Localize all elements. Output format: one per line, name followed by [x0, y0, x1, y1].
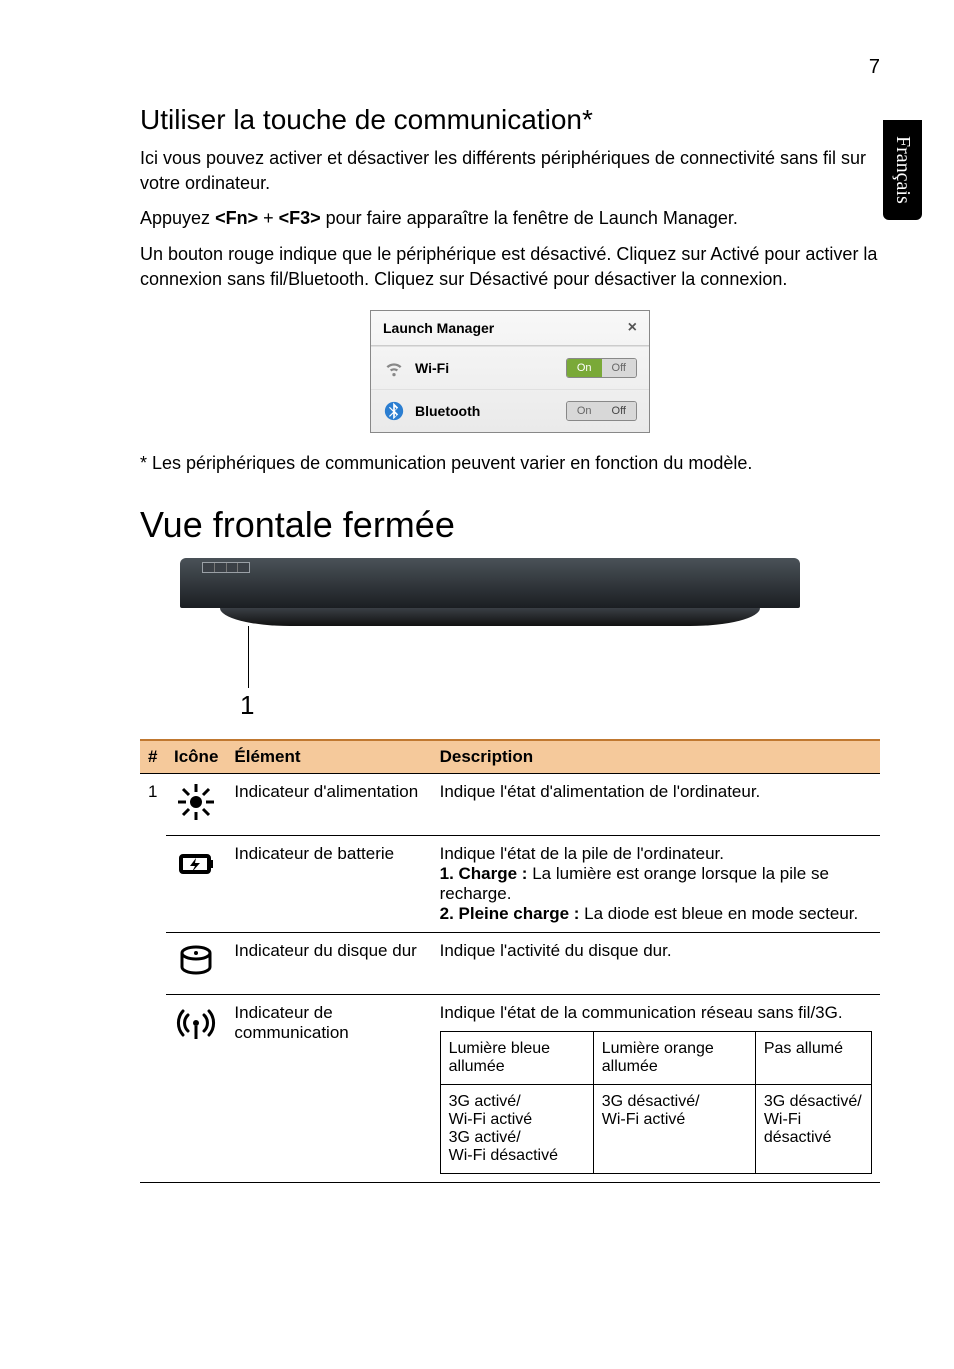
- th-element: Élément: [226, 740, 431, 774]
- row-element: Indicateur d'alimentation: [226, 774, 431, 836]
- spec-table: # Icône Élément Description 1 Indicateur…: [140, 739, 880, 1183]
- bat-l3b: La diode est bleue en mode secteur.: [584, 904, 858, 923]
- launch-header: Launch Manager ×: [371, 311, 649, 346]
- bat-l2a: 1. Charge :: [440, 864, 533, 883]
- comm-inner-table: Lumière bleue allumée Lumière orange all…: [440, 1031, 872, 1174]
- bluetooth-label: Bluetooth: [415, 403, 556, 419]
- led-strip: [202, 562, 250, 573]
- table-row: Indicateur de batterie Indique l'état de…: [140, 836, 880, 933]
- inner-c3: 3G désactivé/ Wi-Fi désactivé: [755, 1085, 871, 1174]
- row-element: Indicateur du disque dur: [226, 933, 431, 995]
- launch-row-bluetooth: Bluetooth On Off: [371, 389, 649, 432]
- inner-c1: 3G activé/ Wi-Fi activé 3G activé/ Wi-Fi…: [440, 1085, 593, 1174]
- device-front-image: 1: [180, 558, 800, 721]
- key-f3: <F3>: [279, 208, 321, 228]
- row-element: Indicateur de batterie: [226, 836, 431, 933]
- row-num: 1: [140, 774, 166, 1183]
- page-number: 7: [869, 56, 880, 79]
- th-description: Description: [432, 740, 880, 774]
- wifi-off: Off: [602, 359, 636, 377]
- section1-title: Utiliser la touche de communication*: [140, 104, 880, 136]
- section1-p1: Ici vous pouvez activer et désactiver le…: [140, 146, 880, 196]
- inner-h3: Pas allumé: [755, 1032, 871, 1085]
- wifi-label: Wi-Fi: [415, 360, 556, 376]
- table-row: Indicateur du disque dur Indique l'activ…: [140, 933, 880, 995]
- row-description: Indique l'état d'alimentation de l'ordin…: [432, 774, 880, 836]
- wifi-icon: [383, 357, 405, 379]
- page-content: Utiliser la touche de communication* Ici…: [0, 0, 954, 1223]
- callout-1: 1: [240, 690, 800, 721]
- wifi-on: On: [567, 359, 602, 377]
- bluetooth-off: Off: [602, 402, 636, 420]
- section1-p3: Un bouton rouge indique que le périphéri…: [140, 242, 880, 292]
- bat-l3a: 2. Pleine charge :: [440, 904, 585, 923]
- launch-title: Launch Manager: [383, 320, 494, 336]
- power-icon: [166, 774, 226, 836]
- table-row: Indicateur de communication Indique l'ét…: [140, 995, 880, 1183]
- th-num: #: [140, 740, 166, 774]
- section1-note: * Les périphériques de communication peu…: [140, 451, 880, 476]
- row-element: Indicateur de communication: [226, 995, 431, 1183]
- battery-icon: [166, 836, 226, 933]
- row-description: Indique l'état de la pile de l'ordinateu…: [432, 836, 880, 933]
- th-icon: Icône: [166, 740, 226, 774]
- p2-post: pour faire apparaître la fenêtre de Laun…: [321, 208, 738, 228]
- inner-h1: Lumière bleue allumée: [440, 1032, 593, 1085]
- inner-h2: Lumière orange allumée: [593, 1032, 755, 1085]
- bluetooth-icon: [383, 400, 405, 422]
- launch-manager-window: Launch Manager × Wi-Fi On Off Bluetooth …: [370, 310, 650, 433]
- launch-row-wifi: Wi-Fi On Off: [371, 346, 649, 389]
- comm-icon: [166, 995, 226, 1183]
- bluetooth-on: On: [567, 402, 602, 420]
- language-tab: Français: [883, 120, 922, 220]
- comm-desc: Indique l'état de la communication résea…: [440, 1003, 872, 1023]
- inner-c2: 3G désactivé/ Wi-Fi activé: [593, 1085, 755, 1174]
- close-icon[interactable]: ×: [628, 319, 637, 337]
- hdd-icon: [166, 933, 226, 995]
- row-description: Indique l'état de la communication résea…: [432, 995, 880, 1183]
- bat-line1: Indique l'état de la pile de l'ordinateu…: [440, 844, 872, 864]
- section2-title: Vue frontale fermée: [140, 504, 880, 546]
- key-fn: <Fn>: [215, 208, 258, 228]
- section1-p2: Appuyez <Fn> + <F3> pour faire apparaîtr…: [140, 206, 880, 231]
- row-description: Indique l'activité du disque dur.: [432, 933, 880, 995]
- wifi-toggle[interactable]: On Off: [566, 358, 637, 378]
- bluetooth-toggle[interactable]: On Off: [566, 401, 637, 421]
- table-row: 1 Indicateur d'alimentation Indique l'ét…: [140, 774, 880, 836]
- p2-pre: Appuyez: [140, 208, 215, 228]
- p2-mid: +: [258, 208, 279, 228]
